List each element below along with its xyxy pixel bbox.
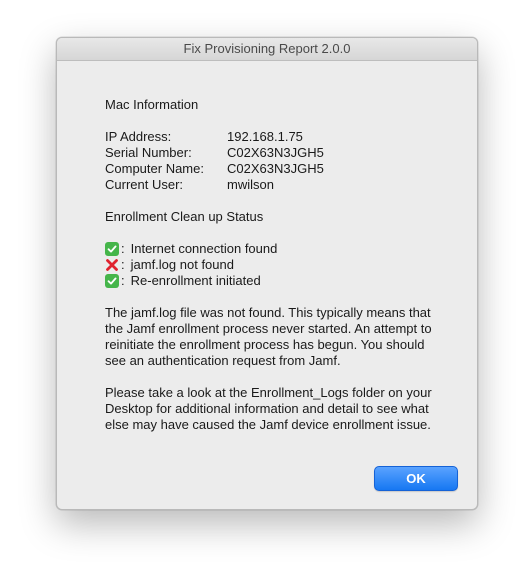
- ip-value: 192.168.1.75: [227, 129, 303, 144]
- info-row-computer-name: Computer Name: C02X63N3JGH5: [105, 161, 445, 177]
- ok-button[interactable]: OK: [374, 466, 458, 491]
- status-separator: :: [121, 257, 125, 272]
- status-item-jamf-log: : jamf.log not found: [105, 257, 445, 273]
- status-item-internet: : Internet connection found: [105, 241, 445, 257]
- status-list: : Internet connection found : jamf.log n…: [105, 241, 445, 289]
- dialog-window: Fix Provisioning Report 2.0.0 Mac Inform…: [56, 37, 478, 510]
- computer-name-label: Computer Name:: [105, 161, 204, 176]
- window-title: Fix Provisioning Report 2.0.0: [57, 38, 477, 61]
- serial-value: C02X63N3JGH5: [227, 145, 324, 160]
- report-content: Mac Information IP Address: 192.168.1.75…: [105, 97, 445, 433]
- check-icon: [105, 242, 119, 256]
- cross-icon: [105, 258, 119, 272]
- status-text: jamf.log not found: [130, 257, 234, 272]
- current-user-value: mwilson: [227, 177, 274, 192]
- message-logs-folder: Please take a look at the Enrollment_Log…: [105, 385, 432, 432]
- current-user-label: Current User:: [105, 177, 184, 192]
- info-row-serial: Serial Number: C02X63N3JGH5: [105, 145, 445, 161]
- mac-info-table: IP Address: 192.168.1.75 Serial Number: …: [105, 129, 445, 193]
- info-row-current-user: Current User: mwilson: [105, 177, 445, 193]
- status-separator: :: [121, 273, 125, 288]
- status-text: Internet connection found: [130, 241, 278, 256]
- message-not-found: The jamf.log file was not found. This ty…: [105, 305, 432, 368]
- check-icon: [105, 274, 119, 288]
- info-row-ip: IP Address: 192.168.1.75: [105, 129, 445, 145]
- computer-name-value: C02X63N3JGH5: [227, 161, 324, 176]
- status-heading: Enrollment Clean up Status: [105, 209, 264, 224]
- status-item-reenrollment: : Re-enrollment initiated: [105, 273, 445, 289]
- status-separator: :: [121, 241, 125, 256]
- status-text: Re-enrollment initiated: [130, 273, 261, 288]
- serial-label: Serial Number:: [105, 145, 192, 160]
- mac-info-heading: Mac Information: [105, 97, 199, 112]
- ip-label: IP Address:: [105, 129, 172, 144]
